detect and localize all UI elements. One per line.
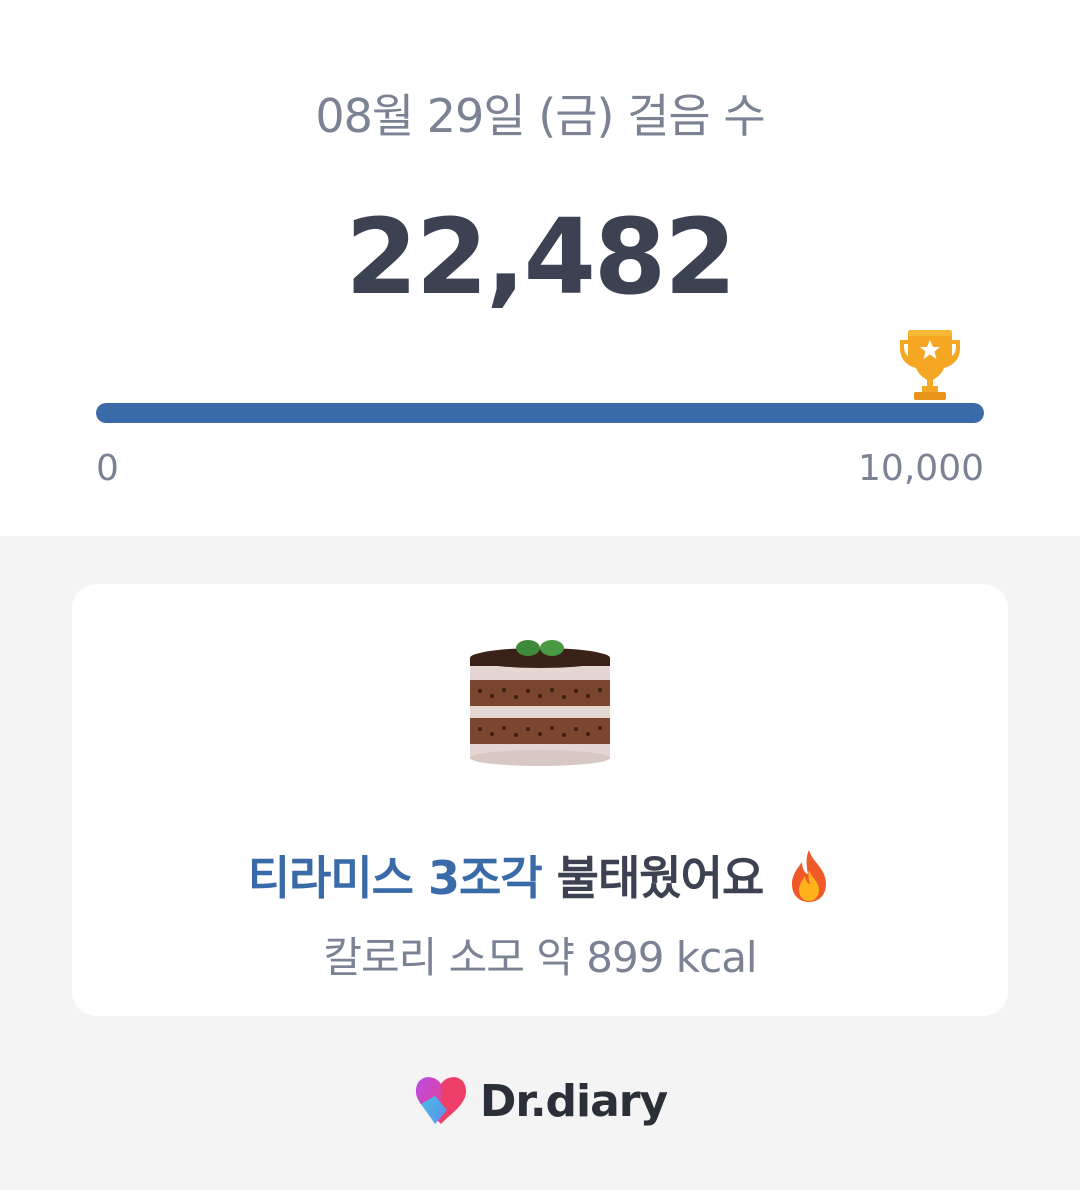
calorie-burn-card: 티라미스 3조각 불태웠어요 칼로리 소모 약 899 kcal [72,584,1008,1016]
step-progress-fill [96,403,984,423]
progress-min-label: 0 [96,448,119,489]
brand-footer: Dr.diary [0,1074,1080,1128]
burn-food-highlight: 티라미스 3조각 [247,851,543,905]
brand-name: Dr.diary [479,1075,668,1127]
dr-diary-heart-logo [415,1077,466,1124]
progress-max-label: 10,000 [858,448,984,489]
trophy-icon [900,330,960,400]
calorie-consumption-text: 칼로리 소모 약 899 kcal [323,933,757,982]
calorie-burn-message: 티라미스 3조각 불태웠어요 [72,842,1008,908]
step-count: 22,482 [345,196,736,318]
step-progress-bar [96,403,984,423]
burn-text: 불태웠어요 [556,851,765,905]
date-title: 08월 29일 (금) 걸음 수 [315,89,765,143]
fire-icon [792,850,827,902]
steps-summary-section: 08월 29일 (금) 걸음 수 22,482 0 10,000 [0,0,1080,536]
tiramisu-cake-icon [470,640,610,766]
